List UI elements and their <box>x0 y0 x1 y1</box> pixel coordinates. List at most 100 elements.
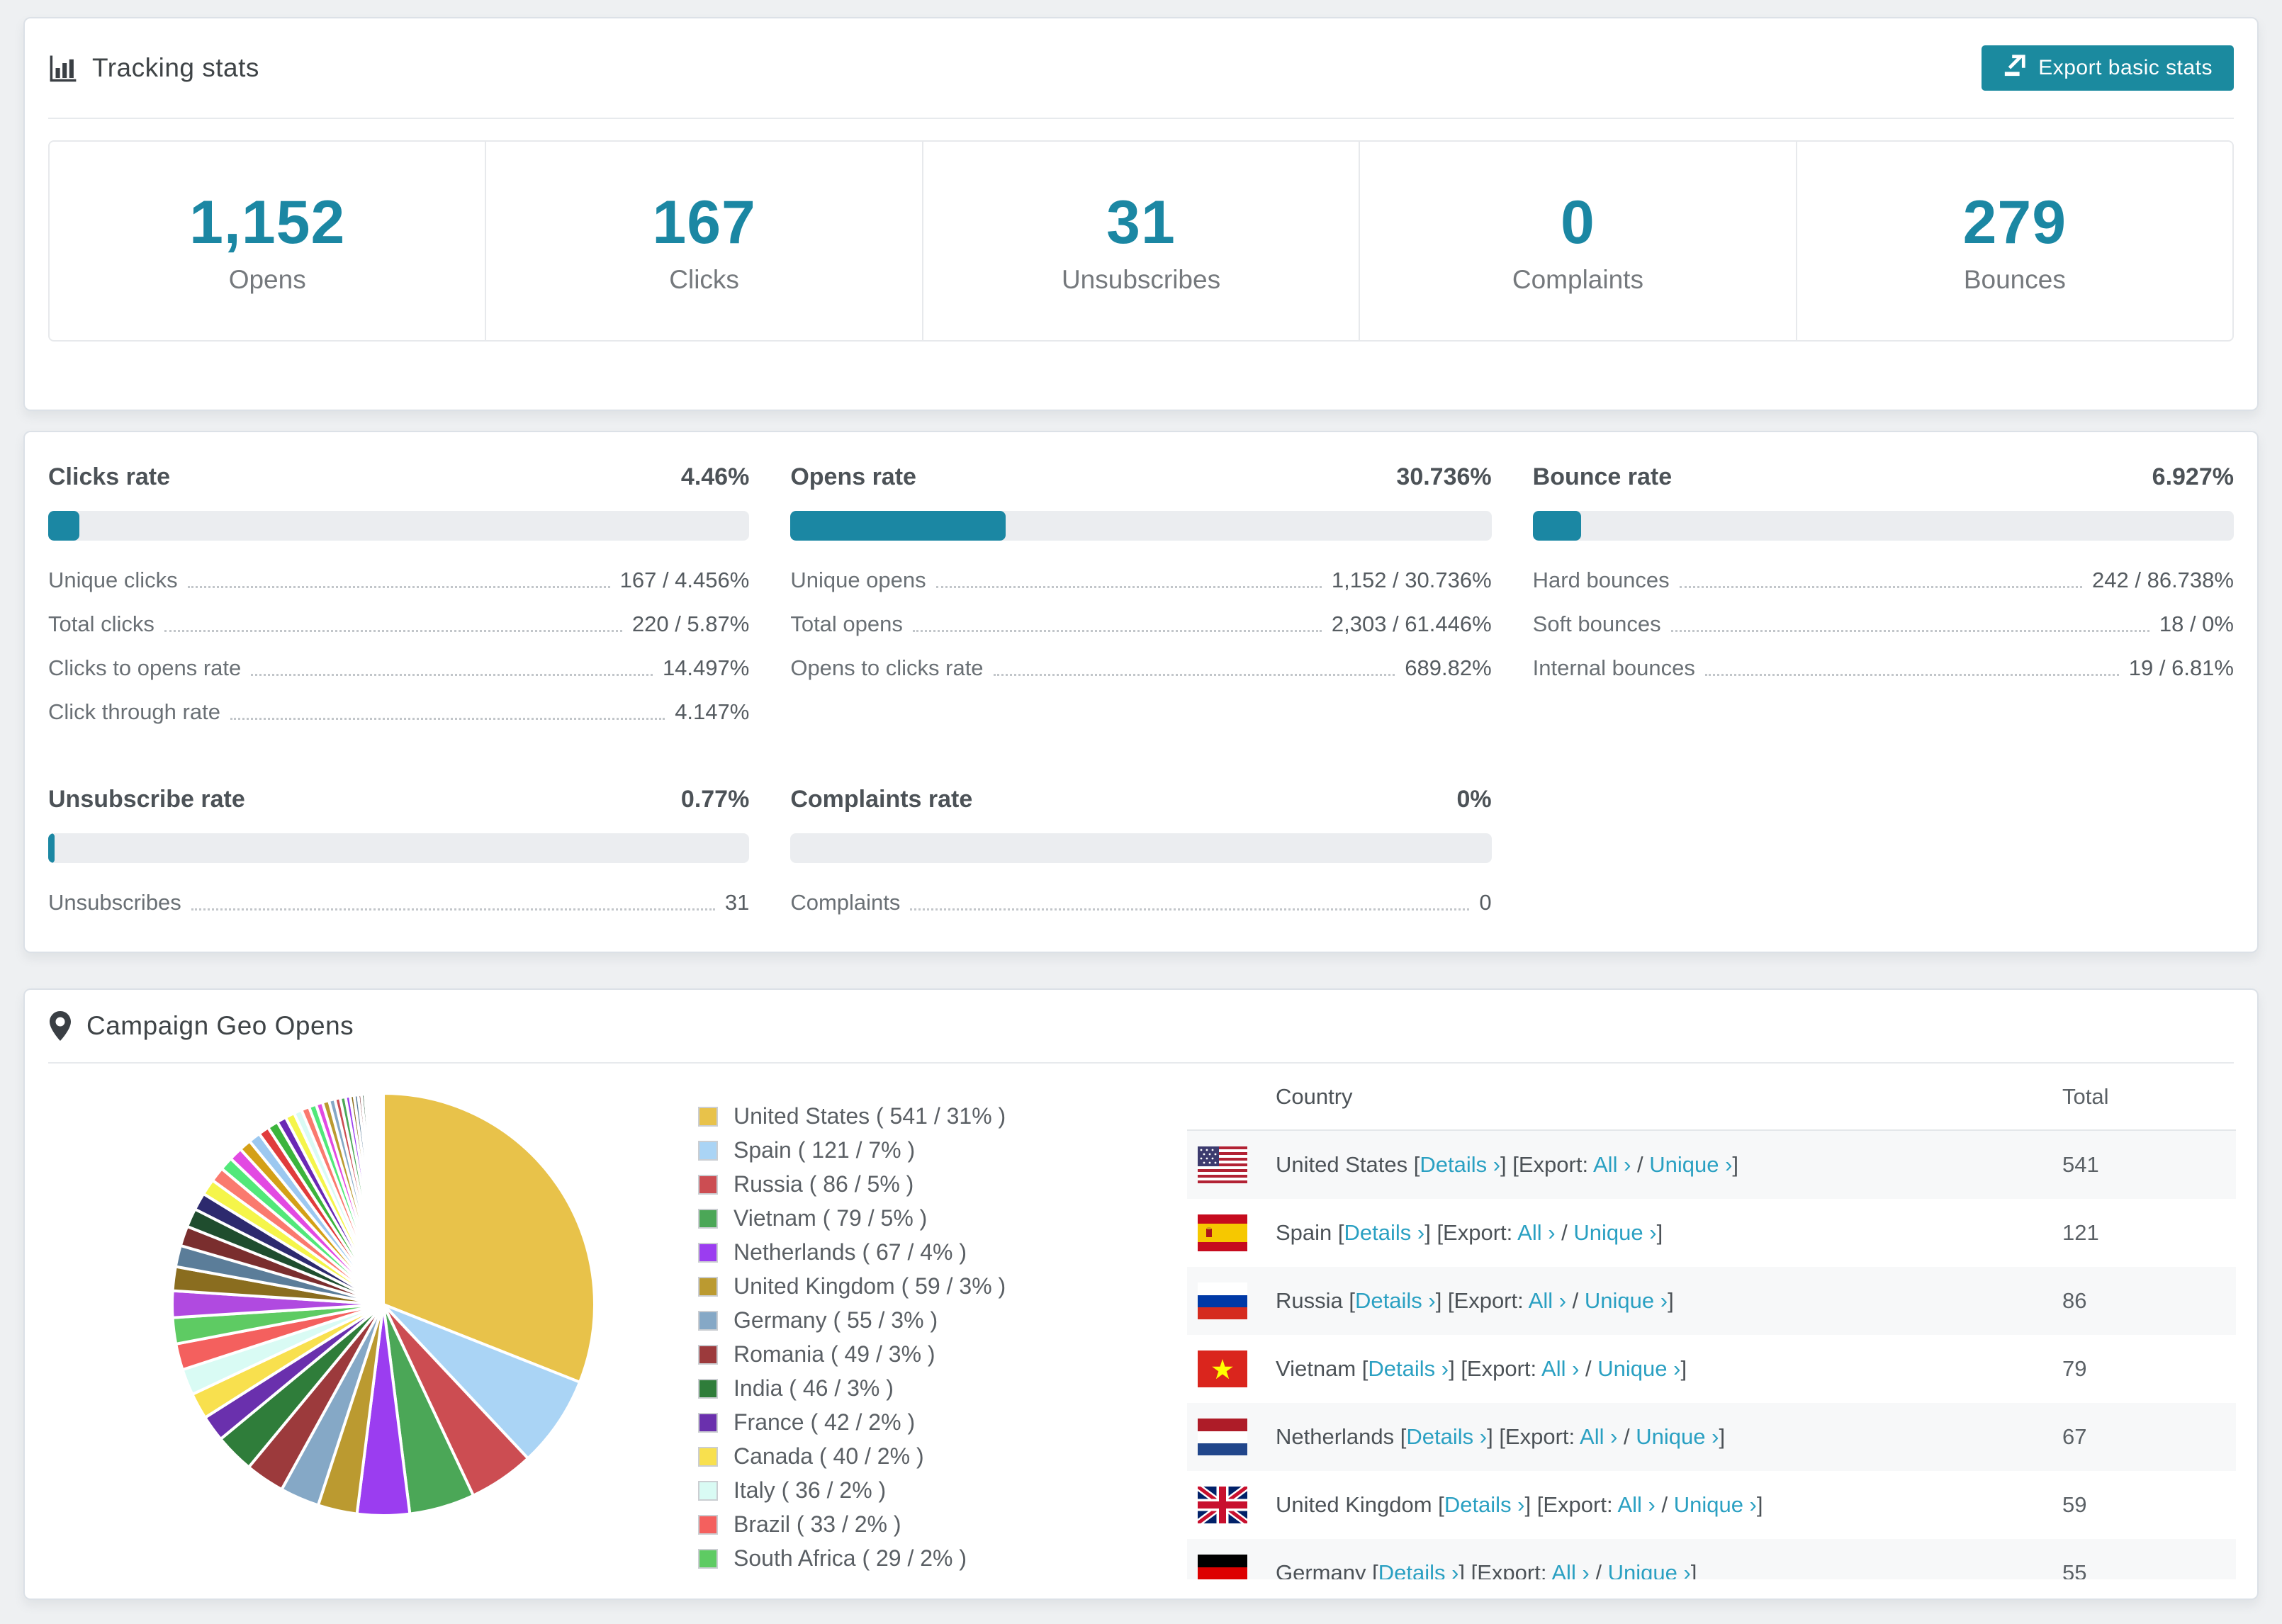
rates-grid: Clicks rate 4.46% Unique clicks 167 / 4.… <box>25 432 2257 934</box>
stat-value: 31 <box>1106 188 1176 256</box>
legend-item-vietnam[interactable]: Vietnam ( 79 / 5% ) <box>698 1205 1040 1231</box>
geo-pie-chart[interactable] <box>164 1085 603 1524</box>
legend-item-russia[interactable]: Russia ( 86 / 5% ) <box>698 1171 1040 1197</box>
legend-item-spain[interactable]: Spain ( 121 / 7% ) <box>698 1137 1040 1163</box>
details-link[interactable]: Details › <box>1406 1424 1487 1449</box>
export-all-link[interactable]: All › <box>1517 1220 1555 1245</box>
legend-label: Vietnam ( 79 / 5% ) <box>734 1205 928 1231</box>
country-cell: Russia [Details ›] [Export: All › / Uniq… <box>1276 1288 1674 1313</box>
ru-flag-icon <box>1198 1282 1247 1319</box>
details-link[interactable]: Details › <box>1444 1492 1525 1517</box>
export-all-link[interactable]: All › <box>1551 1560 1589 1579</box>
export-unique-link[interactable]: Unique › <box>1636 1424 1719 1449</box>
rate-row-value: 2,303 / 61.446% <box>1331 611 1492 636</box>
export-unique-link[interactable]: Unique › <box>1649 1152 1732 1177</box>
stat-value: 0 <box>1561 188 1595 256</box>
unsubscribe-rate-block: Unsubscribe rate 0.77% Unsubscribes 31 <box>48 786 750 934</box>
export-all-link[interactable]: All › <box>1593 1152 1631 1177</box>
tracking-stats-card: Tracking stats Export basic stats 1,152 O… <box>23 17 2259 411</box>
flag-col-spacer <box>1198 1078 1247 1115</box>
legend-item-brazil[interactable]: Brazil ( 33 / 2% ) <box>698 1511 1040 1538</box>
legend-item-united-states[interactable]: United States ( 541 / 31% ) <box>698 1103 1040 1129</box>
total-cell: 121 <box>2062 1220 2099 1245</box>
rate-value: 6.927% <box>2152 463 2234 490</box>
rate-value: 30.736% <box>1396 463 1492 490</box>
rate-row-value: 31 <box>724 890 750 915</box>
rate-row-value: 242 / 86.738% <box>2092 568 2234 592</box>
export-unique-link[interactable]: Unique › <box>1585 1288 1668 1313</box>
rate-value: 4.46% <box>680 463 750 490</box>
details-link[interactable]: Details › <box>1344 1220 1425 1245</box>
rate-row-value: 689.82% <box>1405 655 1492 680</box>
country-cell: United States [Details ›] [Export: All ›… <box>1276 1152 1739 1177</box>
legend-item-netherlands[interactable]: Netherlands ( 67 / 4% ) <box>698 1239 1040 1265</box>
dotted-leader <box>191 908 715 910</box>
rate-row: Total clicks 220 / 5.87% <box>48 611 749 637</box>
rate-title: Complaints rate <box>790 786 973 813</box>
legend-swatch <box>698 1140 718 1161</box>
legend-swatch <box>698 1106 718 1127</box>
legend-swatch <box>698 1548 718 1569</box>
rate-row: Unique clicks 167 / 4.456% <box>48 568 749 593</box>
rate-head: Bounce rate 6.927% <box>1533 463 2234 491</box>
legend-item-italy[interactable]: Italy ( 36 / 2% ) <box>698 1477 1040 1504</box>
details-link[interactable]: Details › <box>1355 1288 1436 1313</box>
rate-rows: Unique opens 1,152 / 30.736% Total opens… <box>790 568 1491 681</box>
export-all-link[interactable]: All › <box>1541 1356 1579 1381</box>
legend-item-france[interactable]: France ( 42 / 2% ) <box>698 1409 1040 1436</box>
legend-label: India ( 46 / 3% ) <box>734 1375 894 1401</box>
export-basic-stats-button[interactable]: Export basic stats <box>1982 45 2234 91</box>
export-all-link[interactable]: All › <box>1617 1492 1655 1517</box>
map-pin-icon <box>48 1010 72 1042</box>
geo-country-table: Country Total United States [Details ›] … <box>1187 1064 2236 1579</box>
stat-value: 167 <box>652 188 756 256</box>
rate-row: Unsubscribes 31 <box>48 890 749 915</box>
export-unique-link[interactable]: Unique › <box>1573 1220 1656 1245</box>
table-row-es: Spain [Details ›] [Export: All › / Uniqu… <box>1187 1199 2236 1267</box>
rate-row-label: Total opens <box>790 611 903 636</box>
rate-progress-fill <box>48 833 55 863</box>
table-row-us: United States [Details ›] [Export: All ›… <box>1187 1131 2236 1199</box>
legend-label: Spain ( 121 / 7% ) <box>734 1137 916 1163</box>
rate-row-value: 0 <box>1479 890 1492 915</box>
total-cell: 79 <box>2062 1356 2087 1381</box>
bounce-rate-block: Bounce rate 6.927% Hard bounces 242 / 86… <box>1532 463 2234 743</box>
legend-item-canada[interactable]: Canada ( 40 / 2% ) <box>698 1443 1040 1470</box>
legend-item-germany[interactable]: Germany ( 55 / 3% ) <box>698 1307 1040 1333</box>
details-link[interactable]: Details › <box>1378 1560 1459 1579</box>
rate-row: Click through rate 4.147% <box>48 699 749 725</box>
export-all-link[interactable]: All › <box>1580 1424 1617 1449</box>
details-link[interactable]: Details › <box>1368 1356 1449 1381</box>
dotted-leader <box>993 674 1395 676</box>
table-row-gb: United Kingdom [Details ›] [Export: All … <box>1187 1471 2236 1539</box>
stat-cell-opens: 1,152 Opens <box>50 142 485 340</box>
rate-head: Clicks rate 4.46% <box>48 463 749 491</box>
de-flag-icon <box>1198 1555 1247 1579</box>
details-link[interactable]: Details › <box>1420 1152 1500 1177</box>
legend-swatch <box>698 1208 718 1229</box>
export-unique-link[interactable]: Unique › <box>1674 1492 1757 1517</box>
rate-row: Hard bounces 242 / 86.738% <box>1533 568 2234 593</box>
campaign-geo-opens-card: Campaign Geo Opens United States ( 541 /… <box>23 988 2259 1600</box>
legend-label: Romania ( 49 / 3% ) <box>734 1341 935 1367</box>
geo-content: United States ( 541 / 31% ) Spain ( 121 /… <box>25 1064 2257 1579</box>
export-unique-link[interactable]: Unique › <box>1597 1356 1680 1381</box>
legend-item-south-africa[interactable]: South Africa ( 29 / 2% ) <box>698 1545 1040 1572</box>
country-cell: Netherlands [Details ›] [Export: All › /… <box>1276 1424 1726 1449</box>
export-unique-link[interactable]: Unique › <box>1608 1560 1691 1579</box>
legend-item-romania[interactable]: Romania ( 49 / 3% ) <box>698 1341 1040 1368</box>
rate-head: Complaints rate 0% <box>790 786 1491 813</box>
rate-head: Unsubscribe rate 0.77% <box>48 786 749 813</box>
rate-progress-fill <box>1532 511 1582 541</box>
legend-item-india[interactable]: India ( 46 / 3% ) <box>698 1375 1040 1402</box>
stat-label: Bounces <box>1963 264 2066 294</box>
legend-item-united-kingdom[interactable]: United Kingdom ( 59 / 3% ) <box>698 1273 1040 1299</box>
rate-row: Opens to clicks rate 689.82% <box>790 655 1491 681</box>
country-cell: United Kingdom [Details ›] [Export: All … <box>1276 1492 1763 1517</box>
vn-flag-icon <box>1198 1350 1247 1387</box>
rate-row: Total opens 2,303 / 61.446% <box>790 611 1491 637</box>
rate-progress-bar <box>48 833 750 863</box>
export-all-link[interactable]: All › <box>1529 1288 1566 1313</box>
rate-row-label: Clicks to opens rate <box>48 655 242 680</box>
legend-label: United States ( 541 / 31% ) <box>734 1103 1006 1129</box>
